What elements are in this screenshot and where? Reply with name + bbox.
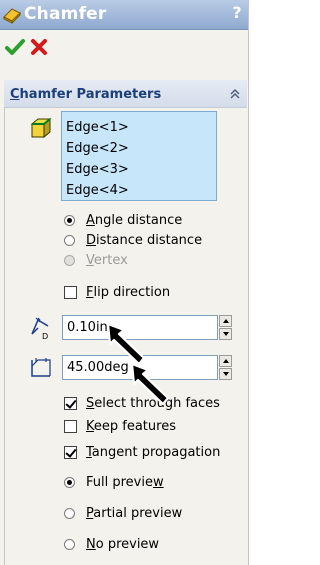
distance-distance-radio[interactable] [64, 235, 75, 246]
partial-preview-label: Partial preview [86, 506, 183, 521]
list-item[interactable]: Edge<1> [62, 117, 216, 138]
angle-distance-radio[interactable] [64, 215, 75, 226]
cancel-x-icon[interactable] [28, 36, 50, 58]
help-icon[interactable]: ? [230, 3, 244, 22]
no-preview-label: No preview [86, 537, 160, 552]
ok-check-icon[interactable] [4, 36, 26, 58]
distance-increase-button[interactable] [219, 315, 232, 327]
group-title-mnemonic: C [10, 87, 20, 102]
angle-distance-label: Angle distance [86, 213, 183, 228]
angle-increase-button[interactable] [219, 355, 232, 367]
full-preview-label: Full preview [86, 475, 164, 490]
collapse-chevrons-icon[interactable] [228, 87, 242, 101]
list-item[interactable]: Edge<2> [62, 138, 216, 159]
group-title: Chamfer Parameters [10, 87, 161, 102]
title-bar: Chamfer ? [0, 0, 248, 30]
group-header[interactable]: Chamfer Parameters [4, 80, 247, 108]
edge-selection-list[interactable]: Edge<1> Edge<2> Edge<3> Edge<4> [61, 111, 217, 201]
angle-icon [31, 358, 51, 377]
svg-text:D: D [42, 332, 48, 340]
group-title-rest: hamfer Parameters [19, 87, 162, 102]
flip-direction-checkbox[interactable] [64, 286, 77, 299]
cursor-arrow-icon [106, 322, 146, 366]
angle-spinner[interactable] [219, 355, 232, 380]
vertex-label: Vertex [86, 253, 128, 268]
distance-distance-label: Distance distance [86, 233, 203, 248]
edge-selection-icon [30, 117, 52, 139]
distance-decrease-button[interactable] [219, 328, 232, 340]
flip-direction-label: Flip direction [86, 285, 171, 300]
window-title: Chamfer [24, 4, 107, 24]
list-item[interactable]: Edge<3> [62, 159, 216, 180]
keep-features-label: Keep features [86, 419, 176, 434]
panel-scroll-edge [248, 0, 255, 565]
tangent-propagation-checkbox[interactable] [64, 446, 77, 459]
vertex-radio [64, 255, 75, 266]
select-through-faces-checkbox[interactable] [64, 397, 77, 410]
cursor-arrow-icon [130, 362, 170, 406]
full-preview-radio[interactable] [64, 477, 75, 488]
distance-icon: D [31, 317, 49, 340]
chamfer-icon [3, 8, 21, 24]
angle-decrease-button[interactable] [219, 368, 232, 380]
tangent-propagation-label: Tangent propagation [86, 445, 221, 460]
keep-features-checkbox[interactable] [64, 420, 77, 433]
no-preview-radio[interactable] [64, 539, 75, 550]
partial-preview-radio[interactable] [64, 508, 75, 519]
list-item[interactable]: Edge<4> [62, 180, 216, 201]
distance-spinner[interactable] [219, 315, 232, 340]
